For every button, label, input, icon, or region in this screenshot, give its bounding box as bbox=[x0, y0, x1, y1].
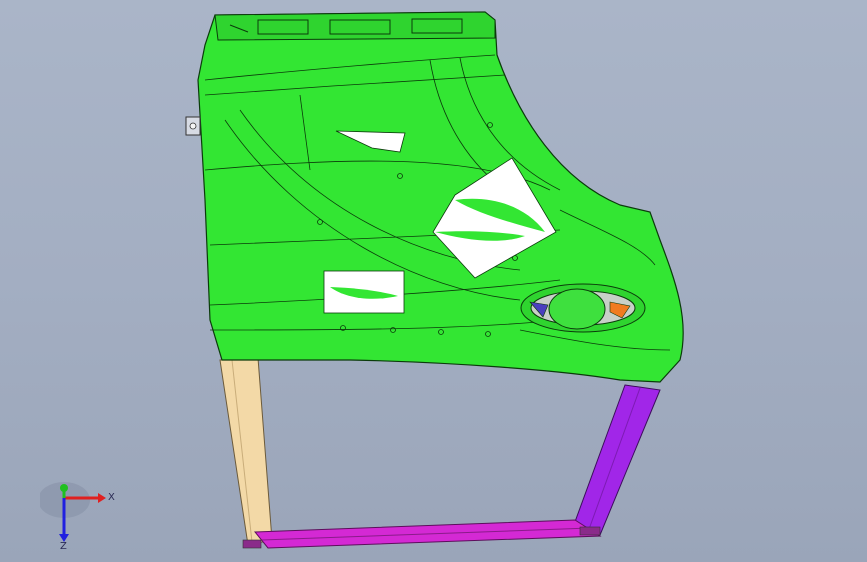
axis-triad: X Z bbox=[40, 482, 115, 550]
left-rail[interactable] bbox=[219, 357, 273, 546]
cad-viewport[interactable]: X Z bbox=[0, 0, 867, 562]
bottom-rail[interactable] bbox=[253, 519, 602, 549]
green-door-panel[interactable] bbox=[185, 11, 684, 383]
right-rail[interactable] bbox=[571, 384, 661, 536]
z-axis-label: Z bbox=[60, 541, 67, 550]
x-axis-label: X bbox=[108, 492, 115, 503]
door-handle-pocket[interactable] bbox=[520, 283, 646, 333]
door-panel-model[interactable] bbox=[0, 0, 867, 562]
